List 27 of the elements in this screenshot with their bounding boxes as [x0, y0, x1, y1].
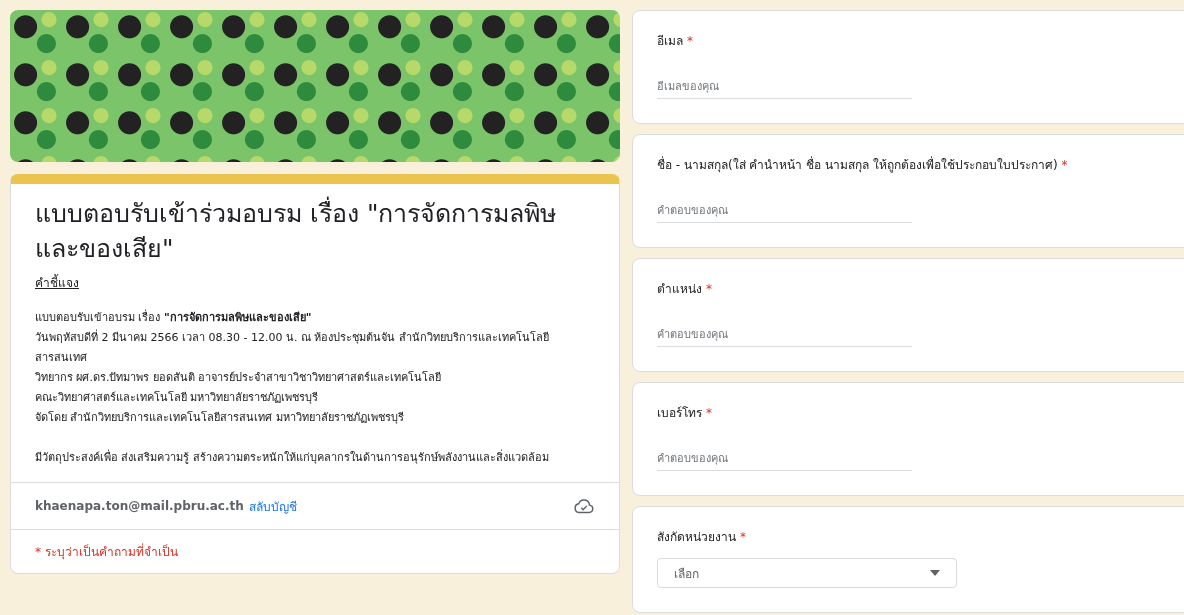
question-label: อีเมล * — [657, 33, 694, 50]
required-asterisk: * — [687, 34, 693, 48]
description-text: คณะวิทยาศาสตร์และเทคโนโลยี มหาวิทยาลัยราชภัฏเพชรบุรี — [35, 390, 320, 406]
required-asterisk: * — [706, 406, 712, 420]
required-note: * ระบุว่าเป็นคำถามที่จำเป็น — [11, 529, 619, 573]
answer-field[interactable]: อีเมลของคุณ — [657, 78, 912, 99]
question-label: สังกัดหน่วยงาน * — [657, 529, 747, 546]
description-text: วันพฤหัสบดีที่ 2 มีนาคม 2566 เวลา 08.30 - 12.00 น. ณ ห้องประชุมต้นจัน สำนักวิทยบริการและเทคโนโลยีสารสนเทศ — [35, 328, 550, 366]
description-text: มีวัตถุประสงค์เพื่อ ส่งเสริมความรู้ สร้างความตระหนักให้แก่บุคลากรในด้านการอนุรักษ์พลังงานและสิ่งแวดล้อม — [35, 448, 550, 466]
question-label: เบอร์โทร * — [657, 405, 713, 422]
required-asterisk: * — [706, 282, 712, 296]
description-text: แบบตอบรับเข้าอบรม เรื่อง "การจัดการมลพิษและของเสีย" — [35, 308, 313, 326]
question-label: ชื่อ - นามสกุล(ใส่ คำนำหน้า ชื่อ นามสกุล ให้ถูกต้องเพื่อใช้ประกอบใบประกาศ) * — [657, 155, 1069, 174]
answer-field[interactable]: คำตอบของคุณ — [657, 450, 912, 471]
description-text: จัดโดย สำนักวิทยบริการและเทคโนโลยีสารสนเทศ มหาวิทยาลัยราชภัฏเพชรบุรี — [35, 410, 405, 426]
caret-icon — [930, 570, 940, 576]
dropdown-select[interactable]: เลือก — [657, 558, 957, 588]
form-title: แบบตอบรับเข้าร่วมอบรม เรื่อง "การจัดการมลพิษและของเสีย" — [35, 196, 595, 266]
required-asterisk: * — [740, 530, 746, 544]
account-email: khaenapa.ton@mail.pbru.ac.th — [35, 499, 244, 513]
required-asterisk: * — [1061, 158, 1068, 172]
description-text: วิทยากร ผศ.ดร.ปัทมาพร ยอดสันติ อาจารย์ประจำสาขาวิชาวิทยาศาสตร์และเทคโนโลยี — [35, 370, 443, 386]
answer-field[interactable]: คำตอบของคุณ — [657, 326, 912, 347]
description-heading: คำชี้แจง — [35, 273, 79, 292]
question-label: ตำแหน่ง * — [657, 281, 713, 298]
answer-field[interactable]: คำตอบของคุณ — [657, 202, 912, 223]
switch-account-link[interactable]: สลับบัญชี — [248, 496, 297, 516]
